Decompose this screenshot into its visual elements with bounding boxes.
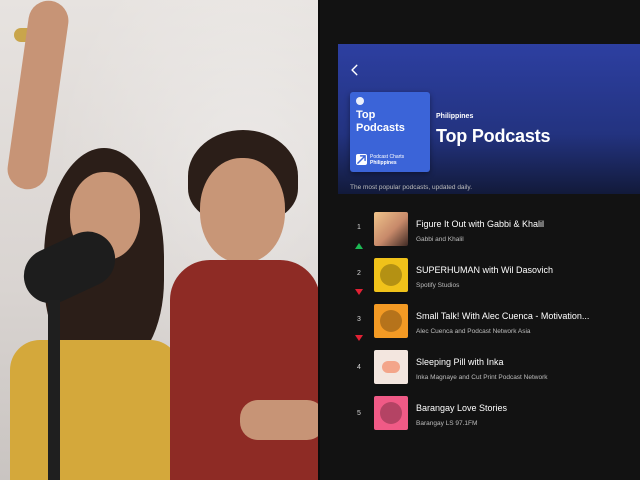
podcast-title: Sleeping Pill with Inka (416, 357, 504, 367)
playlist-description: The most popular podcasts, updated daily… (350, 184, 473, 191)
cover-subtitle: Podcast Charts Philippines (370, 154, 404, 166)
podcast-thumbnail (374, 258, 408, 292)
cover-title-line2: Podcasts (356, 122, 405, 134)
rank-number: 5 (357, 410, 361, 417)
person-left (0, 0, 190, 480)
podcast-author: Gabbi and Khalil (416, 236, 464, 243)
rank-number: 2 (357, 270, 361, 277)
person-right (170, 120, 318, 480)
arm (240, 400, 318, 440)
playlist-region: Philippines (436, 113, 474, 120)
shirt (170, 260, 318, 480)
podcast-row[interactable]: 2 SUPERHUMAN with Wil Dasovich Spotify S… (338, 258, 640, 304)
arrow-down-icon (355, 328, 363, 341)
arrow-up-icon (355, 236, 363, 249)
podcast-title: Small Talk! With Alec Cuenca - Motivatio… (416, 311, 590, 321)
podcast-title: SUPERHUMAN with Wil Dasovich (416, 265, 554, 275)
cover-title-line1: Top (356, 109, 376, 121)
podcast-title: Figure It Out with Gabbi & Khalil (416, 219, 545, 229)
back-button[interactable] (348, 62, 366, 80)
podcast-author: Spotify Studios (416, 282, 460, 289)
cover-title: Top Podcasts (356, 109, 405, 135)
playlist-cover: Top Podcasts Podcast Charts Philippines (350, 92, 430, 172)
rank-number: 1 (357, 224, 361, 231)
podcast-thumbnail (374, 212, 408, 246)
podcast-row[interactable]: 3 Small Talk! With Alec Cuenca - Motivat… (338, 304, 640, 350)
podcast-thumbnail (374, 304, 408, 338)
rank-number: 3 (357, 316, 361, 323)
playlist-title: Top Podcasts (436, 126, 551, 146)
podcast-row[interactable]: 1 Figure It Out with Gabbi & Khalil Gabb… (338, 212, 640, 258)
cover-subtitle-line2: Philippines (370, 160, 397, 166)
rank-number: 4 (357, 364, 361, 371)
spotify-app: Top Podcasts Podcast Charts Philippines … (320, 0, 640, 480)
arrow-down-icon (355, 282, 363, 295)
photo-background (0, 0, 318, 480)
face (200, 158, 285, 263)
shirt (10, 340, 180, 480)
podcast-author: Barangay LS 97.1FM (416, 420, 478, 427)
spotify-logo-icon (356, 97, 364, 105)
podcast-row[interactable]: 5 Barangay Love Stories Barangay LS 97.1… (338, 396, 640, 442)
podcast-row[interactable]: 4 Sleeping Pill with Inka Inka Magnaye a… (338, 350, 640, 396)
podcast-thumbnail (374, 350, 408, 384)
microphone-stand (48, 300, 60, 480)
podcast-title: Barangay Love Stories (416, 403, 508, 413)
podcast-thumbnail (374, 396, 408, 430)
chevron-left-icon (348, 61, 362, 81)
podcast-author: Alec Cuenca and Podcast Network Asia (416, 328, 531, 335)
podcast-author: Inka Magnaye and Cut Print Podcast Netwo… (416, 374, 548, 381)
chart-arrow-icon (356, 154, 367, 165)
